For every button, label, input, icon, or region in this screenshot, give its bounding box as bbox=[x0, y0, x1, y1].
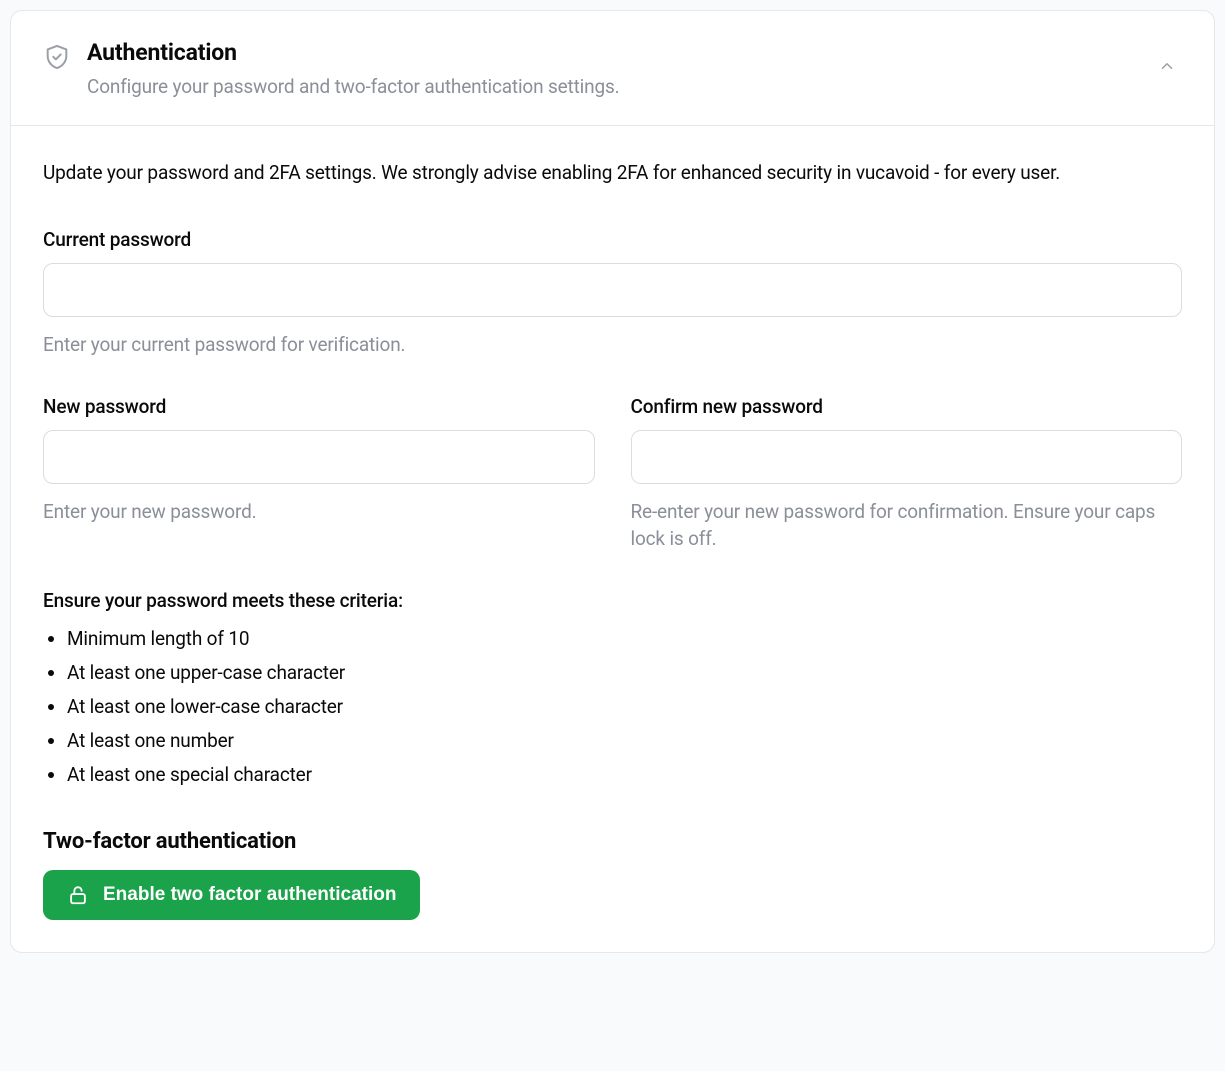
confirm-password-field: Confirm new password Re-enter your new p… bbox=[631, 395, 1183, 553]
confirm-password-input[interactable] bbox=[631, 430, 1183, 484]
new-password-field: New password Enter your new password. bbox=[43, 395, 595, 553]
new-password-input[interactable] bbox=[43, 430, 595, 484]
current-password-help: Enter your current password for verifica… bbox=[43, 331, 1182, 359]
password-criteria: Ensure your password meets these criteri… bbox=[43, 589, 1182, 793]
authentication-panel: Authentication Configure your password a… bbox=[10, 10, 1215, 953]
new-password-help: Enter your new password. bbox=[43, 498, 595, 526]
criteria-item: At least one lower-case character bbox=[67, 690, 1182, 724]
current-password-label: Current password bbox=[43, 228, 1182, 251]
current-password-field: Current password Enter your current pass… bbox=[43, 228, 1182, 359]
enable-2fa-button[interactable]: Enable two factor authentication bbox=[43, 870, 420, 920]
confirm-password-label: Confirm new password bbox=[631, 395, 1183, 418]
enable-2fa-label: Enable two factor authentication bbox=[103, 884, 396, 906]
criteria-list: Minimum length of 10 At least one upper-… bbox=[43, 622, 1182, 793]
criteria-title: Ensure your password meets these criteri… bbox=[43, 589, 1182, 612]
panel-subtitle: Configure your password and two-factor a… bbox=[87, 74, 1136, 101]
criteria-item: At least one number bbox=[67, 724, 1182, 758]
intro-text: Update your password and 2FA settings. W… bbox=[43, 158, 1182, 188]
criteria-item: At least one upper-case character bbox=[67, 656, 1182, 690]
panel-body: Update your password and 2FA settings. W… bbox=[11, 126, 1214, 952]
panel-title: Authentication bbox=[87, 39, 1136, 66]
chevron-up-icon bbox=[1158, 57, 1176, 75]
new-password-label: New password bbox=[43, 395, 595, 418]
current-password-input[interactable] bbox=[43, 263, 1182, 317]
criteria-item: Minimum length of 10 bbox=[67, 622, 1182, 656]
criteria-item: At least one special character bbox=[67, 758, 1182, 792]
lock-open-icon bbox=[67, 884, 89, 906]
confirm-password-help: Re-enter your new password for confirmat… bbox=[631, 498, 1183, 553]
collapse-toggle[interactable] bbox=[1152, 51, 1182, 81]
panel-header[interactable]: Authentication Configure your password a… bbox=[11, 11, 1214, 126]
two-factor-heading: Two-factor authentication bbox=[43, 829, 1182, 854]
shield-check-icon bbox=[43, 43, 71, 71]
